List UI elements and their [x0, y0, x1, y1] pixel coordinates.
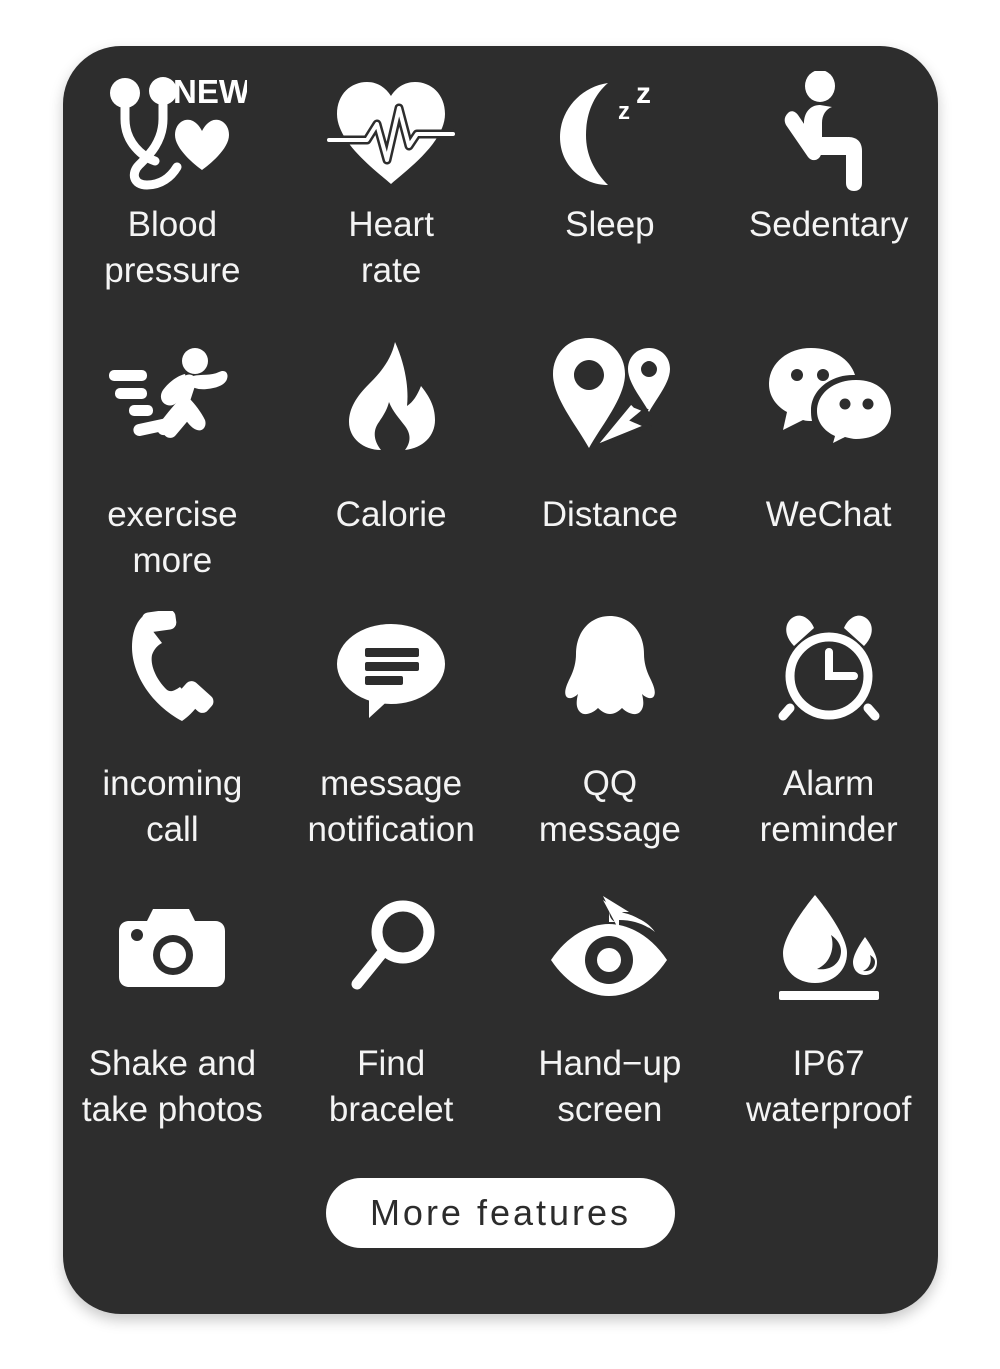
wechat-bubbles-icon: [765, 332, 893, 460]
stethoscope-heart-icon: NEW: [97, 68, 247, 196]
feature-item-message-notification[interactable]: message notification: [282, 601, 501, 879]
person-sitting-icon: [774, 68, 884, 196]
svg-text:z: z: [618, 98, 630, 125]
alarm-clock-icon: [770, 605, 888, 735]
feature-label: Sedentary: [748, 205, 909, 244]
feature-card: NEW Blood pressure Heart rate z z Sleep …: [63, 46, 938, 1314]
feature-label: Heart rate: [348, 205, 434, 290]
feature-item-incoming-call[interactable]: incoming call: [63, 601, 282, 879]
feature-item-exercise-more[interactable]: exercise more: [63, 324, 282, 602]
feature-label: IP67 waterproof: [745, 1043, 912, 1129]
feature-item-shake-take-photos[interactable]: Shake and take photos: [63, 879, 282, 1157]
phone-handset-icon: [124, 605, 220, 735]
water-drop-icon: [773, 885, 885, 1011]
feature-label: Calorie: [335, 494, 447, 534]
map-pins-route-icon: [547, 332, 673, 460]
feature-grid: NEW Blood pressure Heart rate z z Sleep …: [63, 46, 938, 1156]
feature-label: Find bracelet: [328, 1043, 454, 1129]
eye-raise-arrow-icon: [545, 885, 675, 1011]
more-features-button[interactable]: More features: [325, 1178, 676, 1248]
heart-pulse-icon: [327, 68, 456, 196]
feature-label: Shake and take photos: [81, 1043, 263, 1129]
feature-item-sedentary[interactable]: Sedentary: [719, 46, 938, 324]
feature-item-wechat[interactable]: WeChat: [719, 324, 938, 602]
feature-label: WeChat: [765, 494, 892, 534]
feature-label: Blood pressure: [104, 205, 241, 290]
feature-label: exercise more: [107, 494, 238, 580]
speech-bubble-lines-icon: [335, 605, 447, 735]
feature-item-ip67-waterproof[interactable]: IP67 waterproof: [719, 879, 938, 1157]
magnifier-icon: [345, 885, 437, 1011]
moon-zzz-icon: z z: [546, 68, 674, 196]
feature-item-alarm-reminder[interactable]: Alarm reminder: [719, 601, 938, 879]
feature-item-distance[interactable]: Distance: [501, 324, 720, 602]
feature-item-find-bracelet[interactable]: Find bracelet: [282, 879, 501, 1157]
flame-icon: [343, 332, 439, 460]
more-features-area: More features: [63, 1178, 938, 1248]
svg-text:NEW: NEW: [173, 73, 247, 110]
qq-penguin-icon: [558, 605, 662, 735]
feature-label: QQ message: [538, 764, 681, 849]
feature-item-heart-rate[interactable]: Heart rate: [282, 46, 501, 324]
feature-item-qq-message[interactable]: QQ message: [501, 601, 720, 879]
running-person-icon: [107, 332, 237, 460]
feature-label: Distance: [541, 494, 678, 534]
feature-label: Sleep: [565, 205, 655, 244]
svg-text:z: z: [636, 77, 651, 110]
page-root: NEW Blood pressure Heart rate z z Sleep …: [0, 0, 1000, 1369]
feature-label: message notification: [307, 764, 475, 849]
feature-item-hand-up-screen[interactable]: Hand−up screen: [501, 879, 720, 1157]
feature-label: incoming call: [102, 764, 243, 849]
feature-item-calorie[interactable]: Calorie: [282, 324, 501, 602]
camera-icon: [117, 885, 227, 1011]
feature-item-sleep[interactable]: z z Sleep: [501, 46, 720, 324]
feature-label: Alarm reminder: [759, 764, 898, 849]
feature-label: Hand−up screen: [538, 1043, 682, 1129]
feature-item-blood-pressure[interactable]: NEW Blood pressure: [63, 46, 282, 324]
